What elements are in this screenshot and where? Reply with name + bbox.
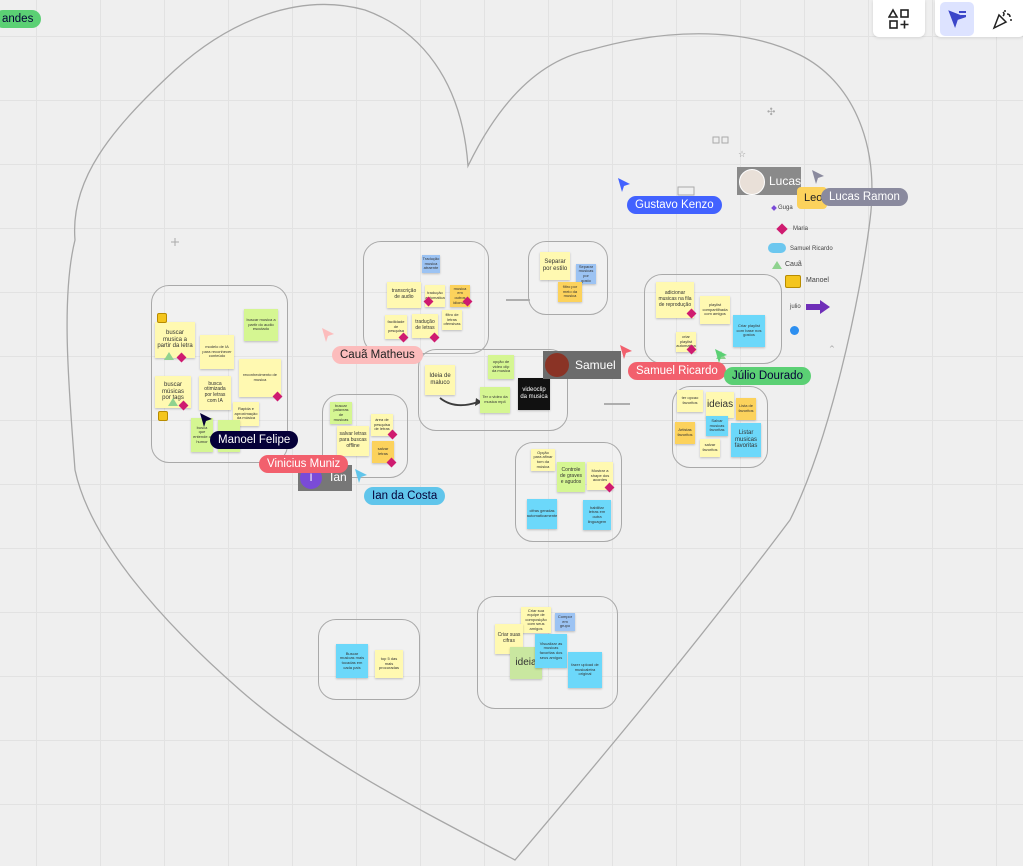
blue-dot bbox=[790, 326, 799, 335]
legend-label: julio bbox=[790, 304, 801, 310]
cursor-filter-icon[interactable] bbox=[940, 2, 974, 36]
frame-tocadas[interactable] bbox=[318, 619, 420, 700]
cursor-icon bbox=[812, 170, 824, 184]
collaborator-tag: andes bbox=[0, 10, 42, 28]
triangle-marker bbox=[164, 352, 174, 360]
collaborator-tag: Manoel Felipe bbox=[210, 431, 299, 449]
sticky-note[interactable]: Compor em grupo bbox=[555, 613, 575, 631]
svg-text:☆: ☆ bbox=[738, 150, 746, 160]
user-name: Samuel bbox=[575, 358, 616, 372]
triangle-marker bbox=[168, 398, 178, 406]
sticky-note[interactable]: Artistas favoritos bbox=[675, 422, 695, 444]
cursor-icon bbox=[322, 328, 334, 342]
legend-label: Samuel Ricardo bbox=[790, 246, 833, 252]
sticky-note[interactable]: Listar musicas favoritas bbox=[731, 423, 761, 457]
collaborator-tag: Cauã Matheus bbox=[332, 346, 423, 364]
sticky-note[interactable]: playlist compartilhada com amigos bbox=[700, 296, 730, 324]
sticky-note[interactable]: ideias bbox=[706, 392, 734, 418]
collaborator-tag: Lucas Ramon bbox=[821, 188, 908, 206]
legend-label: Guga bbox=[778, 205, 793, 211]
legend-label: Maria bbox=[793, 226, 809, 232]
sticky-note[interactable]: top 5 das mais procuradas bbox=[375, 650, 403, 678]
sticky-note[interactable]: videoclip da musica bbox=[518, 378, 550, 410]
sticky-note[interactable]: Salvar musicas favoritas bbox=[706, 416, 728, 436]
user-name: Lucas bbox=[769, 174, 802, 188]
sticky-note[interactable]: Ter o video da musica mp4 bbox=[480, 387, 510, 413]
legend-marker bbox=[785, 275, 801, 288]
collaborator-tag: Gustavo Kenzo bbox=[627, 196, 722, 214]
sticky-note[interactable]: fazer upload de musicaletra original bbox=[568, 652, 602, 688]
sticky-note[interactable]: cifras geradas automaticamente bbox=[527, 499, 557, 529]
legend-marker bbox=[772, 261, 782, 269]
sticky-note[interactable]: Criar sua equipe de composição com seus … bbox=[521, 607, 551, 633]
crosshair-marker bbox=[171, 238, 179, 246]
sticky-note[interactable]: Separar musicas por gosto bbox=[576, 264, 596, 284]
svg-text:✣: ✣ bbox=[767, 107, 775, 118]
sticky-note[interactable]: opção de video clip da musica bbox=[488, 355, 514, 379]
collaborator-tag: Ian da Costa bbox=[364, 487, 446, 505]
collaborator-tag: Júlio Dourado bbox=[724, 367, 811, 385]
sticky-note[interactable]: Criar playlist com base nos gostos bbox=[733, 315, 765, 347]
cloud-icon bbox=[768, 243, 786, 253]
cylinder-marker bbox=[157, 313, 167, 323]
sticky-note[interactable]: filtro de letras ofensivas bbox=[442, 310, 462, 330]
purple-arrow-icon bbox=[806, 300, 830, 314]
sticky-note[interactable]: salvar favoritos bbox=[700, 439, 720, 457]
svg-text:^: ^ bbox=[829, 345, 835, 353]
toolbar-right bbox=[935, 0, 1023, 37]
avatar bbox=[545, 353, 569, 377]
sticky-note[interactable]: reconhecimento de musica bbox=[239, 359, 281, 397]
cursor-icon bbox=[200, 413, 212, 427]
party-popper-icon[interactable] bbox=[985, 2, 1019, 36]
shapes-plus-icon[interactable] bbox=[882, 2, 916, 36]
cursor-icon bbox=[715, 349, 727, 363]
user-card-samuel: Samuel bbox=[543, 351, 621, 379]
sticky-note[interactable]: ter opcao favoritos bbox=[677, 390, 703, 412]
sticky-note[interactable]: busca otimizada por letras com IA bbox=[199, 376, 231, 410]
sticky-note[interactable]: Buscar musicas mais tocadas em cada país bbox=[336, 644, 368, 678]
cursor-icon bbox=[620, 345, 632, 359]
user-name: Leo bbox=[804, 192, 823, 204]
cylinder-marker bbox=[158, 411, 168, 421]
collaborator-tag: Vinicius Muniz bbox=[259, 455, 349, 473]
sticky-note[interactable]: modelo de IA para reconhecer conteúdo bbox=[200, 335, 234, 369]
toolbar-left bbox=[873, 0, 925, 37]
sticky-note[interactable]: Opção para afinar tom da música bbox=[531, 449, 555, 471]
sticky-note[interactable]: Tradução musica atraente bbox=[422, 255, 440, 273]
cursor-icon bbox=[355, 469, 367, 483]
avatar bbox=[739, 169, 765, 195]
sticky-note[interactable]: habilitar letras em outra linguagem bbox=[583, 500, 611, 530]
legend-label: Manoel bbox=[806, 277, 829, 284]
sticky-note[interactable]: transcrição de audio bbox=[387, 282, 421, 308]
sticky-note[interactable]: salvar letras para buscas offline bbox=[337, 426, 369, 456]
sticky-note[interactable]: buscar musica a partir do audio escutado bbox=[244, 309, 278, 341]
sticky-note[interactable]: buscar palavras de musicas bbox=[330, 402, 352, 424]
user-card-lucas: Lucas bbox=[737, 167, 801, 195]
legend-label: Cauã bbox=[785, 261, 802, 268]
sticky-note[interactable]: Visualizar as musicas favoritas dos seus… bbox=[535, 634, 567, 668]
sticky-note[interactable]: Controle de graves e agudos bbox=[557, 462, 585, 492]
sticky-note[interactable]: buscar musica a partir da letra bbox=[155, 322, 195, 358]
sticky-note[interactable]: Separar por estilo bbox=[540, 252, 570, 280]
collaborator-tag: Samuel Ricardo bbox=[628, 362, 726, 380]
sticky-note[interactable]: Lista de favoritos bbox=[736, 398, 756, 420]
sticky-note[interactable]: filtro por meio da musica bbox=[558, 282, 582, 302]
cursor-icon bbox=[618, 178, 630, 192]
sticky-note[interactable]: Ideia de maluco bbox=[425, 365, 455, 395]
